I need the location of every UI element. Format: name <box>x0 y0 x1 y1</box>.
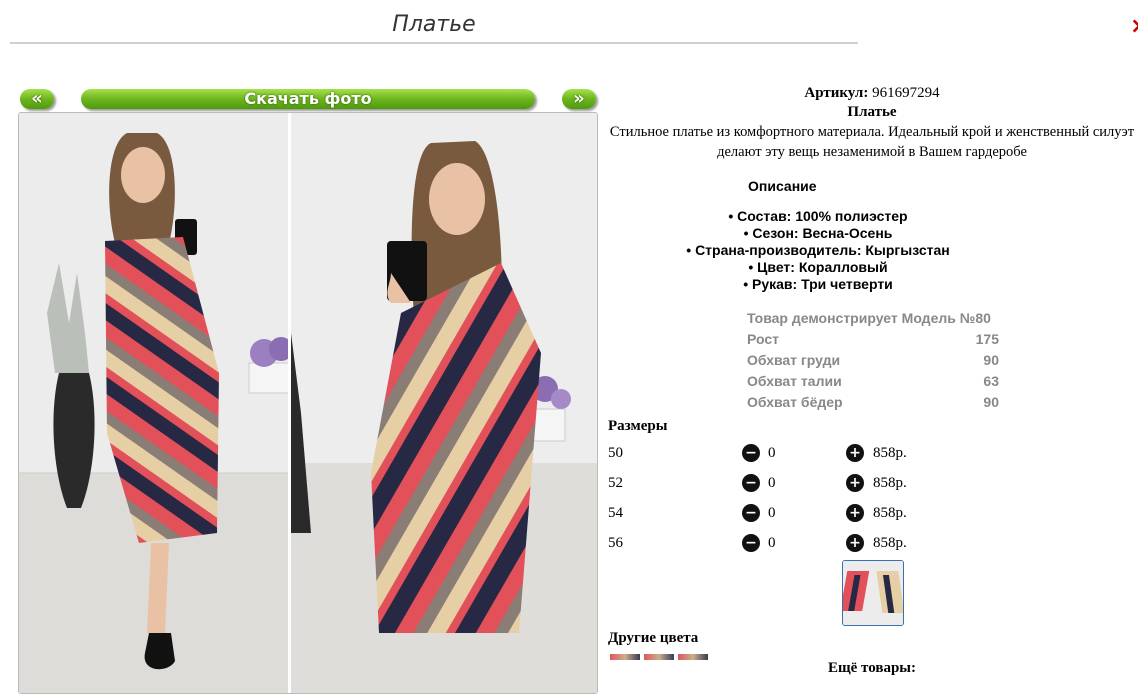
size-value: 50 <box>608 445 623 461</box>
plus-icon[interactable]: + <box>846 534 864 552</box>
other-colors-heading: Другие цвета <box>608 630 699 646</box>
size-value: 54 <box>608 505 623 521</box>
product-info-panel: Артикул: 961697294 Платье Стильное плать… <box>606 84 1138 676</box>
product-photo-2[interactable] <box>291 113 597 693</box>
plus-icon[interactable]: + <box>846 444 864 462</box>
sku-value: 961697294 <box>872 85 940 101</box>
model-row-value: 90 <box>983 352 999 368</box>
minus-icon[interactable]: − <box>742 474 760 492</box>
price-value: 858р. <box>873 475 907 491</box>
minus-icon[interactable]: − <box>742 504 760 522</box>
minus-icon[interactable]: − <box>742 534 760 552</box>
description-heading: Описание <box>748 178 817 194</box>
size-row: 52 − 0 + 858р. <box>608 472 1008 494</box>
close-icon[interactable]: × <box>1130 14 1138 39</box>
model-row: Обхват талии 63 <box>747 371 999 392</box>
selected-photo-thumbnail[interactable] <box>842 560 904 626</box>
model-row-label: Товар демонстрирует Модель №80 <box>747 310 991 326</box>
feature-item: • Страна-производитель: Кыргызстан <box>686 242 950 258</box>
feature-item: • Сезон: Весна-Осень <box>743 225 893 241</box>
price-value: 858р. <box>873 535 907 551</box>
sizes-heading: Размеры <box>608 418 668 434</box>
size-value: 52 <box>608 475 623 491</box>
quantity-value: 0 <box>768 535 776 551</box>
product-photo-1[interactable] <box>19 113 288 693</box>
model-measurements: Товар демонстрирует Модель №80 Рост 175 О… <box>747 308 999 413</box>
feature-item: • Рукав: Три четверти <box>743 276 893 292</box>
plus-icon[interactable]: + <box>846 504 864 522</box>
sku-label: Артикул: <box>804 85 869 101</box>
minus-icon[interactable]: − <box>742 444 760 462</box>
next-photo-button[interactable]: » <box>562 89 596 109</box>
product-name: Платье <box>847 104 897 120</box>
size-value: 56 <box>608 535 623 551</box>
model-row: Обхват бёдер 90 <box>747 392 999 413</box>
price-value: 858р. <box>873 505 907 521</box>
size-row: 50 − 0 + 858р. <box>608 442 1008 464</box>
more-products-heading: Ещё товары: <box>827 660 917 676</box>
price-value: 858р. <box>873 445 907 461</box>
model-row: Рост 175 <box>747 329 999 350</box>
model-row: Обхват груди 90 <box>747 350 999 371</box>
page-title: Платье <box>392 12 476 37</box>
model-row-label: Обхват талии <box>747 373 842 389</box>
model-row-label: Обхват груди <box>747 352 841 368</box>
title-divider <box>10 42 858 44</box>
plus-icon[interactable]: + <box>846 474 864 492</box>
photo-gallery <box>18 112 598 694</box>
download-photo-button[interactable]: Скачать фото <box>81 89 535 109</box>
prev-photo-button[interactable]: « <box>20 89 54 109</box>
feature-list: • Состав: 100% полиэстер • Сезон: Весна-… <box>606 208 1030 293</box>
quantity-value: 0 <box>768 475 776 491</box>
model-row-label: Рост <box>747 331 779 347</box>
product-description: Стильное платье из комфортного материала… <box>609 124 1135 160</box>
quantity-value: 0 <box>768 445 776 461</box>
model-row-value: 63 <box>983 373 999 389</box>
model-row-label: Обхват бёдер <box>747 394 843 410</box>
quantity-value: 0 <box>768 505 776 521</box>
model-row-value: 175 <box>975 331 999 347</box>
sku-line: Артикул: 961697294 <box>606 84 1138 102</box>
model-row-value: 90 <box>983 394 999 410</box>
model-row: Товар демонстрирует Модель №80 <box>747 308 999 329</box>
feature-item: • Состав: 100% полиэстер <box>728 208 908 224</box>
size-row: 54 − 0 + 858р. <box>608 502 1008 524</box>
size-row: 56 − 0 + 858р. <box>608 532 1008 554</box>
feature-item: • Цвет: Коралловый <box>748 259 888 275</box>
